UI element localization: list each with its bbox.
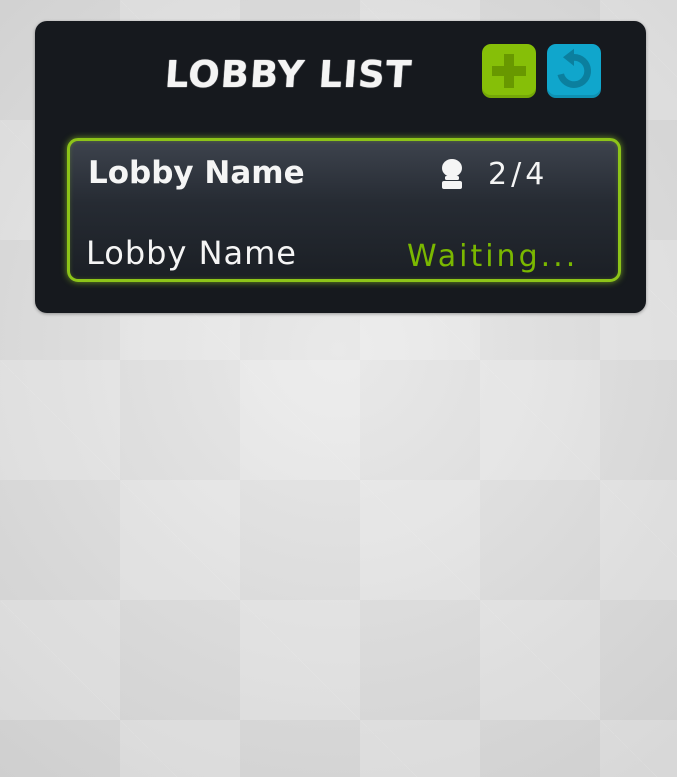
refresh-button[interactable] <box>547 44 601 98</box>
add-lobby-button[interactable] <box>482 44 536 98</box>
lobby-list-panel: LOBBY LIST Lobby Name 2/4 Lobby Name Wai… <box>35 21 646 313</box>
refresh-icon <box>557 48 592 88</box>
lobby-name: Lobby Name <box>88 155 305 191</box>
lobby-subtitle: Lobby Name <box>86 234 297 272</box>
lobby-list-item[interactable]: Lobby Name 2/4 Lobby Name Waiting... <box>67 138 621 282</box>
lobby-status: Waiting... <box>407 239 579 274</box>
panel-title: LOBBY LIST <box>163 53 414 96</box>
plus-icon <box>492 54 526 88</box>
player-count: 2/4 <box>488 157 549 192</box>
player-icon <box>442 159 462 189</box>
